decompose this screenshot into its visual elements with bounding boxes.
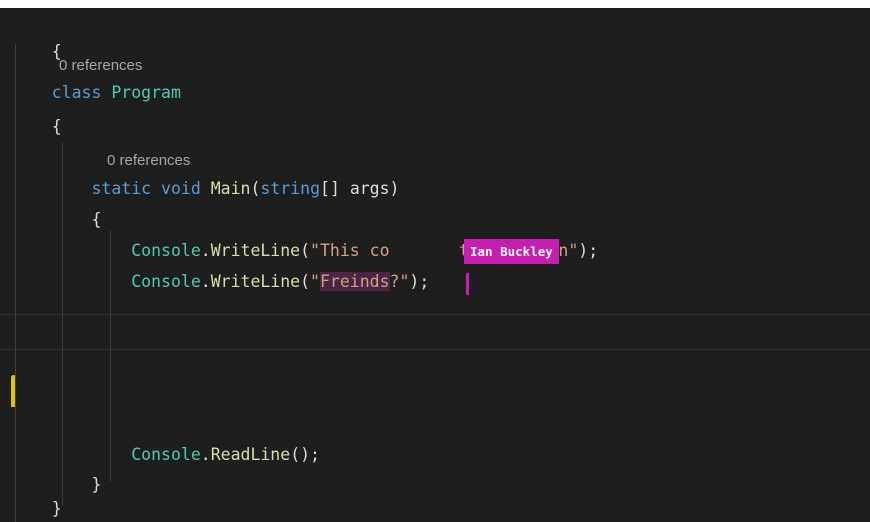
code-line[interactable]: static void Main(string[] args) [12, 179, 399, 199]
string-literal: "This co [310, 241, 390, 260]
collaborator-selection: Freinds [319, 272, 390, 291]
open-brace: { [91, 210, 102, 229]
close-brace: } [91, 475, 102, 494]
close-brace: } [51, 499, 62, 518]
collaborator-name-tag: Ian Buckley [464, 239, 559, 264]
code-line[interactable]: Console.ReadLine(); [12, 445, 320, 465]
code-line[interactable]: } [12, 475, 101, 495]
code-line[interactable]: { [12, 22, 62, 82]
keyword-static: static [91, 179, 152, 198]
current-line-highlight [0, 314, 870, 350]
code-line[interactable]: class Program [12, 83, 181, 103]
code-editor[interactable]: { 0 references class Program { 0 referen… [0, 8, 870, 522]
code-lens-references[interactable]: 0 references [107, 152, 190, 170]
keyword-string: string [260, 179, 321, 198]
code-line[interactable]: { [12, 210, 101, 230]
collaborator-cursor [466, 273, 469, 295]
open-brace: { [51, 117, 62, 136]
keyword-void: void [161, 179, 201, 198]
code-line[interactable]: { [12, 117, 62, 137]
code-line[interactable]: } [12, 499, 62, 519]
class-name: Program [111, 83, 181, 102]
keyword-class: class [51, 83, 102, 102]
code-line[interactable]: Console.WriteLine("Freinds?"); [12, 272, 429, 292]
method-name: Main [210, 179, 251, 198]
code-lens-references[interactable]: 0 references [59, 57, 142, 75]
